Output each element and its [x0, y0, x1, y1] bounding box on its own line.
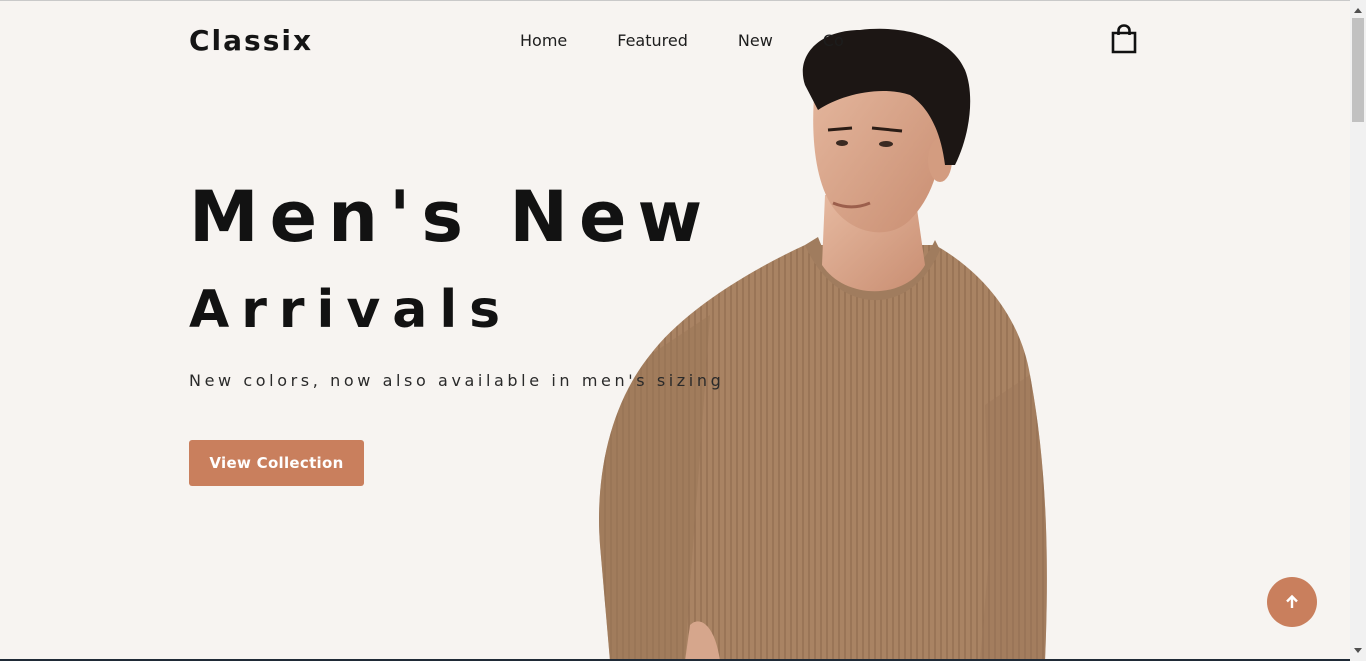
- page-viewport: Classix Home Featured New Co Men's New A…: [0, 0, 1366, 661]
- scroll-up-arrow-icon[interactable]: [1350, 2, 1366, 18]
- page-scrollbar[interactable]: [1350, 0, 1366, 661]
- view-collection-button[interactable]: View Collection: [189, 440, 364, 486]
- scrollbar-thumb[interactable]: [1352, 18, 1364, 122]
- top-border: [0, 0, 1366, 1]
- nav-featured[interactable]: Featured: [617, 31, 688, 50]
- arrow-up-icon: [1286, 594, 1298, 608]
- brand-logo[interactable]: Classix: [189, 24, 313, 57]
- nav-collection[interactable]: Co: [823, 31, 844, 50]
- nav-home[interactable]: Home: [520, 31, 567, 50]
- hero-model-image: [599, 28, 1047, 661]
- shopping-bag-icon[interactable]: [1110, 24, 1138, 54]
- main-nav: Home Featured New Co: [520, 31, 844, 50]
- scroll-top-button[interactable]: [1267, 577, 1317, 627]
- hero-title-line1: Men's New: [189, 176, 714, 258]
- scroll-down-arrow-icon[interactable]: [1350, 643, 1366, 659]
- hero-subtitle: New colors, now also available in men's …: [189, 371, 725, 390]
- hero-title-line2: Arrivals: [189, 280, 513, 340]
- nav-new[interactable]: New: [738, 31, 773, 50]
